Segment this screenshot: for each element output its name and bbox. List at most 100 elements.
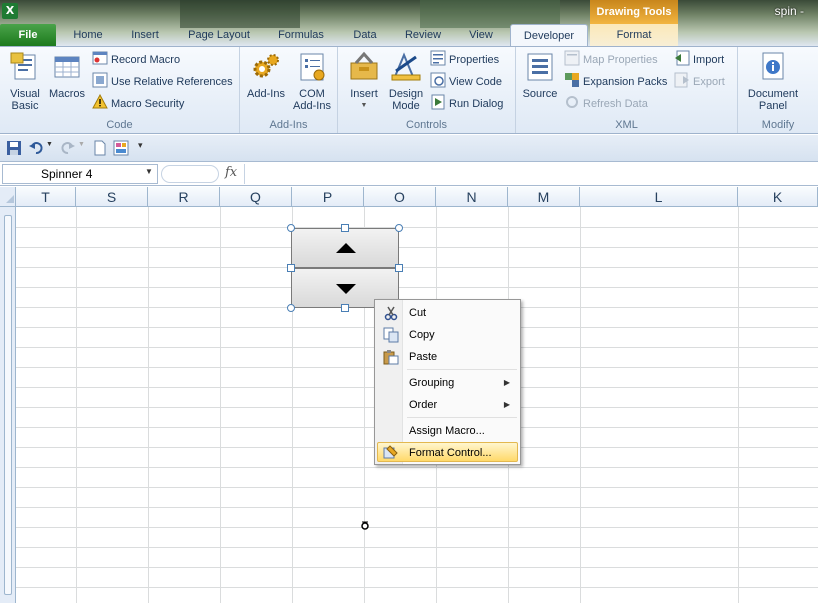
visual-basic-button[interactable]: Visual Basic — [4, 49, 46, 112]
design-mode-icon — [391, 52, 421, 81]
relative-references-button[interactable]: Use Relative References — [92, 72, 233, 92]
properties-button[interactable]: Properties — [430, 50, 499, 70]
menu-separator — [407, 369, 517, 370]
column-header[interactable]: K — [738, 187, 818, 207]
select-all-corner[interactable] — [0, 187, 16, 207]
column-header[interactable]: R — [148, 187, 220, 207]
xml-source-icon — [527, 53, 553, 81]
insert-function-button[interactable]: fx — [225, 165, 237, 180]
customize-toolbar-icon[interactable]: ▾ — [138, 140, 154, 156]
column-header[interactable]: M — [508, 187, 580, 207]
tab-page-layout[interactable]: Page Layout — [180, 24, 258, 46]
tab-home[interactable]: Home — [62, 24, 114, 46]
gridline — [16, 507, 818, 508]
form-icon[interactable] — [113, 140, 129, 156]
menu-item-grouping[interactable]: Grouping ▶ — [377, 373, 518, 393]
name-box-dropdown-icon[interactable]: ▼ — [145, 167, 153, 176]
properties-icon — [430, 50, 446, 66]
column-header[interactable]: S — [76, 187, 148, 207]
view-code-icon — [430, 72, 446, 88]
menu-item-paste[interactable]: Paste — [377, 347, 518, 367]
map-properties-button[interactable]: Map Properties — [564, 50, 658, 70]
resize-handle[interactable] — [287, 224, 295, 232]
spinner-control[interactable] — [291, 228, 399, 308]
document-panel-button[interactable]: Document Panel — [742, 49, 804, 112]
refresh-data-button[interactable]: Refresh Data — [564, 94, 648, 114]
insert-control-button[interactable]: Insert ▼ — [342, 49, 386, 112]
group-label-controls: Controls — [406, 119, 447, 131]
column-header[interactable]: P — [292, 187, 364, 207]
macros-button[interactable]: Macros — [46, 49, 88, 100]
column-header[interactable]: N — [436, 187, 508, 207]
insert-control-label: Insert — [350, 88, 378, 100]
gridline — [16, 467, 818, 468]
menu-item-format-control[interactable]: Format Control... — [377, 442, 518, 462]
redo-icon[interactable] — [60, 140, 76, 156]
column-header[interactable]: L — [580, 187, 738, 207]
tab-format[interactable]: Format — [590, 24, 678, 46]
title-bar: X Drawing Tools spin - File Home Insert … — [0, 0, 818, 47]
addins-label: Add-Ins — [247, 88, 285, 100]
new-document-icon[interactable] — [92, 140, 108, 156]
macro-security-label: Macro Security — [111, 98, 185, 110]
resize-handle[interactable] — [287, 264, 295, 272]
undo-icon[interactable] — [28, 140, 44, 156]
resize-handle[interactable] — [395, 264, 403, 272]
resize-handle[interactable] — [395, 224, 403, 232]
xml-source-button[interactable]: Source — [520, 49, 560, 100]
save-icon[interactable] — [6, 140, 22, 156]
excel-logo-icon[interactable]: X — [2, 3, 18, 19]
xml-import-button[interactable]: Import — [674, 50, 724, 70]
design-mode-label: Design Mode — [388, 88, 424, 112]
tab-view[interactable]: View — [458, 24, 504, 46]
menu-item-label: Format Control... — [409, 447, 492, 459]
design-mode-button[interactable]: Design Mode — [386, 49, 426, 112]
scrollbar-thumb[interactable] — [4, 215, 12, 595]
relative-references-icon — [92, 72, 108, 88]
run-dialog-button[interactable]: Run Dialog — [430, 94, 503, 114]
formula-bar-divider — [161, 165, 219, 183]
tab-insert[interactable]: Insert — [120, 24, 170, 46]
tab-developer[interactable]: Developer — [510, 24, 588, 47]
name-box[interactable]: Spinner 4 — [2, 164, 158, 184]
import-icon — [675, 50, 690, 66]
resize-handle[interactable] — [341, 304, 349, 312]
menu-item-assign-macro[interactable]: Assign Macro... — [377, 421, 518, 441]
record-macro-button[interactable]: Record Macro — [92, 50, 180, 70]
gridline — [16, 567, 818, 568]
mouse-cursor-icon — [361, 521, 369, 530]
resize-handle[interactable] — [287, 304, 295, 312]
vertical-scrollbar[interactable] — [0, 207, 16, 603]
gridline — [16, 527, 818, 528]
chevron-down-icon[interactable]: ▼ — [342, 100, 386, 112]
column-header[interactable]: Q — [220, 187, 292, 207]
column-header[interactable]: O — [364, 187, 436, 207]
tab-formulas[interactable]: Formulas — [270, 24, 332, 46]
map-properties-icon — [564, 50, 580, 66]
tab-review[interactable]: Review — [396, 24, 450, 46]
menu-item-copy[interactable]: Copy — [377, 325, 518, 345]
paste-icon — [383, 350, 399, 365]
visual-basic-icon — [10, 52, 36, 80]
menu-item-cut[interactable]: Cut — [377, 303, 518, 323]
view-code-button[interactable]: View Code — [430, 72, 502, 92]
copy-icon — [383, 327, 399, 343]
xml-export-button[interactable]: Export — [674, 72, 725, 92]
expansion-packs-button[interactable]: Expansion Packs — [564, 72, 667, 92]
formula-input[interactable] — [244, 164, 816, 184]
menu-item-order[interactable]: Order ▶ — [377, 395, 518, 415]
select-all-triangle-icon — [6, 195, 14, 203]
tab-data[interactable]: Data — [342, 24, 388, 46]
map-properties-label: Map Properties — [583, 54, 658, 66]
submenu-arrow-icon: ▶ — [503, 378, 510, 387]
resize-handle[interactable] — [341, 224, 349, 232]
gridline — [16, 487, 818, 488]
addins-button[interactable]: Add-Ins — [244, 49, 288, 100]
macro-security-button[interactable]: Macro Security — [92, 94, 184, 114]
spinner-up-button[interactable] — [291, 228, 399, 268]
column-header[interactable]: T — [16, 187, 76, 207]
run-dialog-label: Run Dialog — [449, 98, 504, 110]
record-macro-icon — [92, 51, 108, 65]
tab-file[interactable]: File — [0, 24, 56, 46]
com-addins-button[interactable]: COM Add-Ins — [290, 49, 334, 112]
